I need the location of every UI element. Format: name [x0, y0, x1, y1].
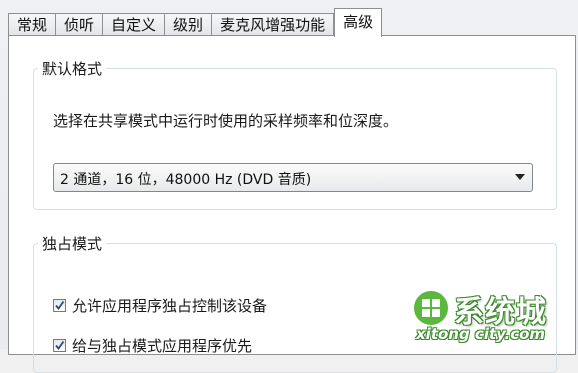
- exclusive-priority-option[interactable]: 给与独占模式应用程序优先: [53, 335, 252, 356]
- sound-properties-dialog: 常规 侦听 自定义 级别 麦克风增强功能 高级 默认格式 选择在共享模式中运行时…: [0, 0, 578, 373]
- windows-logo-icon: [412, 289, 450, 327]
- tab-custom[interactable]: 自定义: [102, 13, 166, 36]
- tab-mic-enhancements[interactable]: 麦克风增强功能: [211, 13, 335, 36]
- exclusive-priority-label: 给与独占模式应用程序优先: [72, 337, 253, 355]
- sample-rate-selected-value: 2 通道，16 位，48000 Hz (DVD 音质): [60, 172, 312, 188]
- checkmark-icon: [55, 340, 65, 350]
- site-watermark: 系统城 xitong city.com: [408, 285, 573, 347]
- tab-advanced[interactable]: 高级: [334, 8, 383, 37]
- default-format-description: 选择在共享模式中运行时使用的采样频率和位深度。: [53, 112, 399, 130]
- tab-levels[interactable]: 级别: [164, 13, 213, 36]
- tab-listen[interactable]: 侦听: [55, 13, 104, 36]
- checkmark-icon: [55, 300, 65, 310]
- watermark-english-text: xitong city.com: [416, 325, 546, 343]
- tab-strip: 常规 侦听 自定义 级别 麦克风增强功能 高级: [8, 8, 383, 37]
- allow-exclusive-control-option[interactable]: 允许应用程序独占控制该设备: [53, 295, 267, 316]
- exclusive-priority-checkbox[interactable]: [53, 339, 66, 352]
- default-format-group: 默认格式 选择在共享模式中运行时使用的采样频率和位深度。 2 通道，16 位，4…: [33, 58, 557, 210]
- allow-exclusive-control-label: 允许应用程序独占控制该设备: [72, 297, 268, 315]
- chevron-down-icon: [515, 174, 525, 180]
- tab-general[interactable]: 常规: [8, 13, 57, 36]
- sample-rate-select[interactable]: 2 通道，16 位，48000 Hz (DVD 音质): [53, 163, 533, 192]
- default-format-legend: 默认格式: [42, 60, 103, 78]
- allow-exclusive-control-checkbox[interactable]: [53, 299, 66, 312]
- exclusive-mode-legend: 独占模式: [42, 235, 103, 253]
